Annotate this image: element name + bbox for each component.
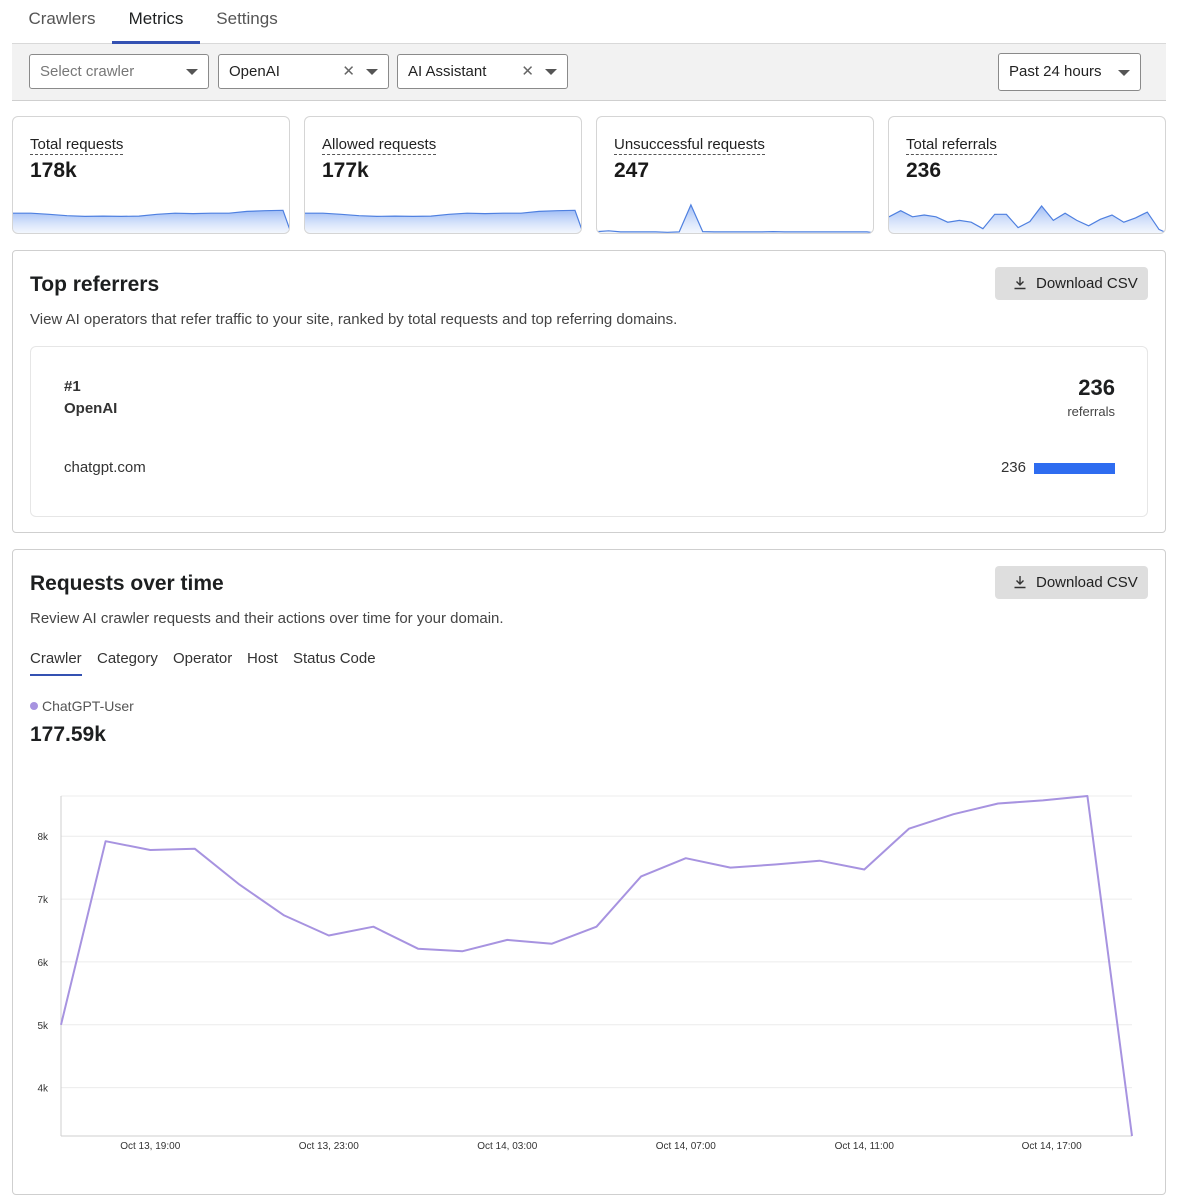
operator-select-value: OpenAI (229, 63, 280, 80)
stat-card-total-requests: Total requests 178k (12, 116, 290, 234)
subtab-operator[interactable]: Operator (173, 650, 232, 676)
legend-series-name[interactable]: ChatGPT-User (42, 698, 134, 714)
referrer-domain: chatgpt.com (64, 459, 146, 476)
y-tick-label: 5k (37, 1021, 49, 1032)
chevron-down-icon (366, 69, 378, 75)
panel-description: Review AI crawler requests and their act… (30, 610, 504, 627)
stat-card-unsuccessful-requests: Unsuccessful requests 247 (596, 116, 874, 234)
stat-label[interactable]: Total referrals (906, 136, 997, 155)
x-tick-label: Oct 14, 07:00 (656, 1141, 716, 1152)
y-tick-label: 6k (37, 958, 49, 969)
x-tick-label: Oct 14, 11:00 (835, 1141, 895, 1152)
chevron-down-icon (545, 69, 557, 75)
sparkline-area (13, 210, 289, 233)
download-icon (1014, 277, 1026, 290)
stat-card-total-referrals: Total referrals 236 (888, 116, 1166, 234)
y-tick-label: 8k (37, 832, 49, 843)
operator-select[interactable]: OpenAI ✕ (218, 54, 389, 89)
stat-card-allowed-requests: Allowed requests 177k (304, 116, 582, 234)
top-tab-bar: Crawlers Metrics Settings (12, 0, 1166, 44)
legend-dot (30, 702, 38, 710)
stat-label[interactable]: Total requests (30, 136, 124, 155)
stat-label[interactable]: Unsuccessful requests (614, 136, 765, 155)
download-csv-button[interactable]: Download CSV (995, 267, 1148, 300)
sparkline (597, 203, 873, 233)
referrer-card: #1 OpenAI 236 referrals chatgpt.com 236 (30, 346, 1148, 517)
panel-title: Top referrers (30, 273, 160, 296)
referrer-operator: OpenAI (64, 400, 118, 417)
subtab-category[interactable]: Category (97, 650, 158, 676)
stat-value: 178k (30, 159, 77, 182)
tab-metrics[interactable]: Metrics (112, 0, 200, 44)
sparkline-area (305, 210, 581, 233)
download-csv-label: Download CSV (1036, 574, 1138, 591)
legend-series-total: 177.59k (30, 723, 106, 746)
chevron-down-icon (186, 69, 198, 75)
series-line-chatgpt-user (60, 795, 1133, 1137)
sparkline (889, 205, 1165, 233)
sparkline-area (889, 206, 1165, 233)
chevron-down-icon (1118, 70, 1130, 76)
y-tick-label: 7k (37, 895, 49, 906)
requests-line-chart: 4k 5k 6k 7k 8k Oct 13, 19:00 Oct 13, 23:00 Oct … (37, 795, 1133, 1152)
referrer-domain-bar (1034, 463, 1115, 474)
stat-value: 236 (906, 159, 942, 182)
timerange-select[interactable]: Past 24 hours (998, 53, 1141, 91)
stat-value: 177k (322, 159, 369, 182)
requests-over-time-panel: Requests over time Review AI crawler req… (12, 549, 1166, 1195)
clear-icon[interactable]: ✕ (521, 55, 534, 88)
subtab-status-code[interactable]: Status Code (293, 650, 376, 676)
category-select[interactable]: AI Assistant ✕ (397, 54, 568, 89)
stat-value: 247 (614, 159, 650, 182)
crawler-select[interactable]: Select crawler (29, 54, 209, 89)
download-csv-label: Download CSV (1036, 275, 1138, 292)
stat-label[interactable]: Allowed requests (322, 136, 437, 155)
sparkline-area (597, 204, 873, 233)
x-tick-label: Oct 14, 03:00 (477, 1141, 537, 1152)
panel-description: View AI operators that refer traffic to … (30, 311, 678, 328)
referrer-total: 236 (1078, 375, 1115, 400)
category-select-value: AI Assistant (408, 63, 487, 80)
panel-title: Requests over time (30, 572, 224, 595)
filter-bar: Select crawler OpenAI ✕ AI Assistant ✕ P… (12, 44, 1166, 101)
x-tick-label: Oct 14, 17:00 (1022, 1141, 1082, 1152)
timerange-select-value: Past 24 hours (1009, 63, 1102, 80)
crawler-select-placeholder: Select crawler (40, 63, 135, 80)
subtab-host[interactable]: Host (247, 650, 278, 676)
referrer-domain-count: 236 (1000, 459, 1026, 476)
referrer-total-unit: referrals (1067, 404, 1115, 419)
sparkline-line (597, 203, 873, 233)
referrer-rank: #1 (64, 378, 81, 395)
sparkline (305, 209, 581, 233)
subtab-crawler[interactable]: Crawler (30, 650, 82, 676)
x-tick-label: Oct 13, 19:00 (120, 1141, 180, 1152)
tab-crawlers[interactable]: Crawlers (12, 0, 112, 44)
download-csv-button[interactable]: Download CSV (995, 566, 1148, 599)
top-referrers-panel: Top referrers View AI operators that ref… (12, 250, 1166, 533)
sparkline (13, 209, 289, 233)
y-tick-label: 4k (37, 1084, 49, 1095)
clear-icon[interactable]: ✕ (342, 55, 355, 88)
x-tick-label: Oct 13, 23:00 (299, 1141, 359, 1152)
tab-settings[interactable]: Settings (204, 0, 290, 44)
download-icon (1014, 576, 1026, 589)
